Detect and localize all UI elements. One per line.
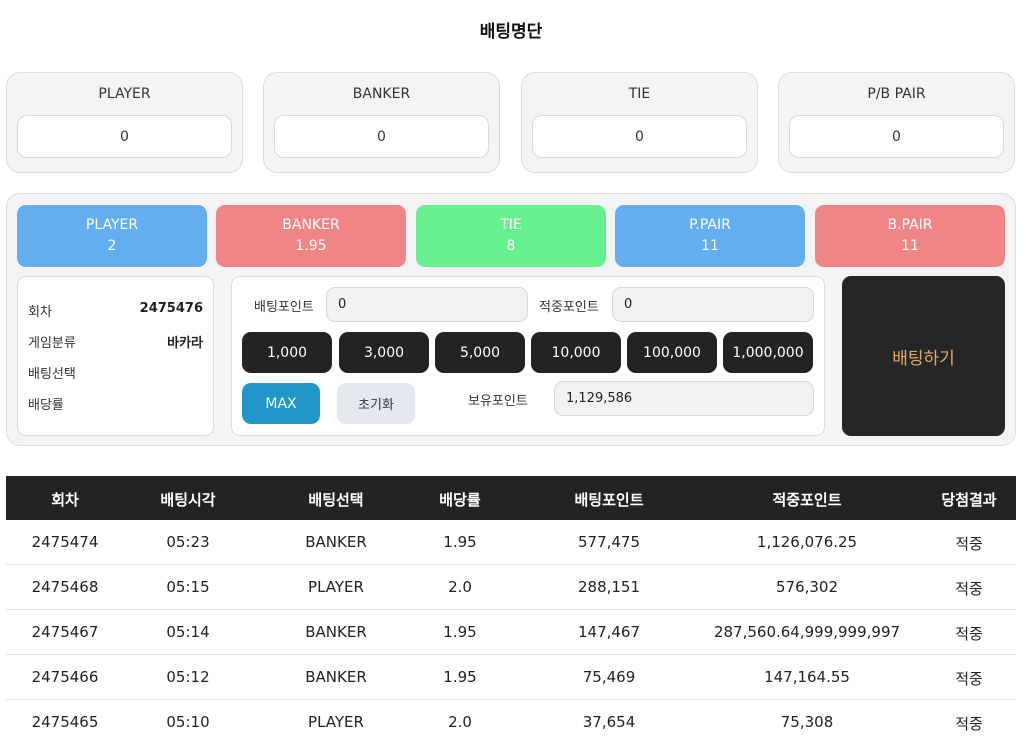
option-bpair-button[interactable]: B.PAIR 11 — [815, 205, 1005, 267]
table-row: 2475474 05:23 BANKER 1.95 577,475 1,126,076.2… — [6, 520, 1016, 565]
info-game-row: 게임분류 바카라 — [28, 332, 203, 351]
chip-100000-button[interactable]: 100,000 — [627, 332, 717, 373]
table-body: 2475474 05:23 BANKER 1.95 577,475 1,126,076.2… — [6, 520, 1016, 740]
option-odds: 1.95 — [295, 238, 327, 254]
betting-panel: PLAYER 2 BANKER 1.95 TIE 8 P.PAIR 11 B.P… — [6, 193, 1016, 446]
table-row: 2475465 05:10 PLAYER 2.0 37,654 75,308 적중 — [6, 700, 1016, 740]
option-name: B.PAIR — [887, 217, 933, 233]
bet-form: 배팅포인트 0 적중포인트 0 1,000 3,000 5,000 10,000… — [231, 276, 825, 436]
option-banker-button[interactable]: BANKER 1.95 — [216, 205, 406, 267]
balance-label: 보유포인트 — [468, 394, 528, 409]
tally-label: PLAYER — [98, 86, 151, 102]
info-rate-row: 배당률 — [28, 394, 203, 413]
info-game-label: 게임분류 — [28, 336, 76, 351]
balance-field: 1,129,586 — [554, 381, 814, 416]
info-round-value: 2475476 — [139, 301, 203, 316]
tally-value-field: 0 — [789, 115, 1004, 158]
chip-1000-button[interactable]: 1,000 — [242, 332, 332, 373]
chip-10000-button[interactable]: 10,000 — [531, 332, 621, 373]
info-choice-label: 배팅선택 — [28, 367, 76, 382]
table-row: 2475468 05:15 PLAYER 2.0 288,151 576,302 적중 — [6, 565, 1016, 610]
tally-banker: BANKER 0 — [263, 72, 500, 173]
bet-info-card: 회차 2475476 게임분류 바카라 배팅선택 배당률 — [17, 276, 214, 436]
place-bet-button[interactable]: 배팅하기 — [842, 276, 1005, 436]
table-row: 2475467 05:14 BANKER 1.95 147,467 287,560.64,… — [6, 610, 1016, 655]
option-name: PLAYER — [85, 217, 139, 233]
info-choice-row: 배팅선택 — [28, 363, 203, 382]
table-header: 회차 배팅시각 배팅선택 배당률 배팅포인트 적중포인트 당첨결과 — [6, 476, 1016, 520]
info-round-label: 회차 — [28, 305, 52, 320]
tally-value-field: 0 — [17, 115, 232, 158]
tally-player: PLAYER 0 — [6, 72, 243, 173]
tally-label: BANKER — [352, 86, 411, 102]
chip-3000-button[interactable]: 3,000 — [339, 332, 429, 373]
reset-button[interactable]: 초기화 — [337, 383, 415, 424]
option-ppair-button[interactable]: P.PAIR 11 — [615, 205, 805, 267]
tally-label: TIE — [628, 86, 651, 102]
option-name: P.PAIR — [689, 217, 731, 233]
win-points-label: 적중포인트 — [539, 300, 599, 315]
info-rate-label: 배당률 — [28, 398, 64, 413]
option-name: TIE — [500, 217, 522, 233]
bet-points-input[interactable]: 0 — [326, 287, 528, 322]
tally-label: P/B PAIR — [867, 86, 926, 102]
chip-1000000-button[interactable]: 1,000,000 — [723, 332, 813, 373]
option-odds: 11 — [701, 238, 719, 254]
option-name: BANKER — [282, 217, 340, 233]
info-round-row: 회차 2475476 — [28, 301, 203, 320]
win-points-field: 0 — [612, 287, 814, 322]
tally-tie: TIE 0 — [521, 72, 758, 173]
page-title: 배팅명단 — [479, 22, 543, 42]
option-odds: 8 — [506, 238, 516, 254]
bet-points-label: 배팅포인트 — [254, 300, 314, 315]
info-game-value: 바카라 — [167, 336, 203, 351]
option-odds: 2 — [107, 238, 117, 254]
option-tie-button[interactable]: TIE 8 — [416, 205, 606, 267]
tally-value-field: 0 — [532, 115, 747, 158]
tally-value-field: 0 — [274, 115, 489, 158]
table-row: 2475466 05:12 BANKER 1.95 75,469 147,164.55 적중 — [6, 655, 1016, 700]
chip-5000-button[interactable]: 5,000 — [435, 332, 525, 373]
tally-pair: P/B PAIR 0 — [778, 72, 1015, 173]
max-button[interactable]: MAX — [242, 383, 320, 424]
option-player-button[interactable]: PLAYER 2 — [17, 205, 207, 267]
option-odds: 11 — [901, 238, 919, 254]
bet-history-table: 회차 배팅시각 배팅선택 배당률 배팅포인트 적중포인트 당첨결과 2475474 05:23… — [6, 476, 1016, 740]
